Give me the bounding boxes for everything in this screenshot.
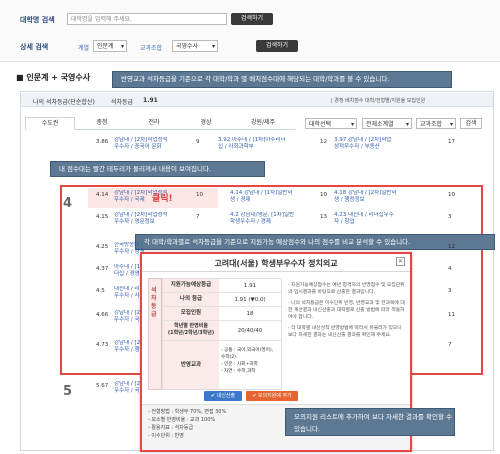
tab-region-4[interactable]: 경상 (181, 117, 231, 130)
grade-links[interactable]: | 경쟁 배치점수 대학/전형별/지원율 모집인원 (331, 97, 425, 104)
row-score: 3.86 (96, 139, 109, 145)
row-seats-b: 10 (320, 192, 327, 198)
search-panel: 대학명 검색 대학명을 입력해 주세요. 검색하기 상세 검색 계열 인문계 교… (0, 0, 500, 62)
grade-bar-label: 나의 석차등급(단순합산) (33, 99, 95, 106)
row-seats-a: 9 (196, 139, 200, 145)
table-row: 4.14 강남대 / [2차]학업성적 우수자 / 국제 10 4.14 강남대… (58, 188, 483, 208)
modal-header: 고려대(서울) 학생부우수자 정치외교 ✕ (142, 254, 410, 272)
row-score: 5.67 (96, 383, 109, 389)
modal-notes: · 지원가능예상점수는 예년 합격자의 반영점수 및 모집단위의 입시결과를 바… (288, 282, 406, 339)
callout-score: 내 점수대는 빨간 테두리가 둘러져서 내용이 보여집니다. (50, 161, 265, 177)
university-search-input[interactable]: 대학명을 입력해 주세요. (67, 13, 227, 25)
row-seats-c: 10 (448, 192, 455, 198)
info-value: 1.91 (243, 283, 257, 289)
subject-filter[interactable]: 교과조합 (416, 118, 456, 130)
field1-select[interactable]: 인문계 (93, 40, 127, 52)
search-label: 대학명 검색 (20, 16, 55, 24)
grade-label: 석차등급 (111, 99, 134, 106)
row-seats-c: 11 (448, 312, 455, 318)
region-tabs: 수도권 충청 전라 경상 강원/제주 (25, 117, 295, 130)
field1-label: 계열 (78, 45, 90, 52)
detail-search-label: 상세 검색 (20, 43, 49, 51)
note: · 각 대학별 내신성적 반영방법에 따라서 유불리가 있으니 보다 자세한 결… (288, 326, 402, 338)
row-program-a[interactable]: 강남대 / [2차]학업성적 우수자 / 중국어 문화 (114, 137, 168, 151)
row-seats-b: 13 (320, 214, 327, 220)
row-program-c[interactable]: 4.18 강남대 / [2차]일반학 생 / 행정정보 (334, 190, 397, 204)
row-seats-c: 3 (448, 214, 452, 220)
info-value: 20/40/40 (237, 328, 263, 334)
side-label-text: 석차 등급 (151, 287, 157, 318)
filter-search-button[interactable]: 검색 (460, 118, 482, 129)
table-row: 4.15 강남대 / [2차]학업성적 우수자 / 영문정보 7 4.2 강남대… (58, 212, 483, 230)
row-program-a[interactable]: 강남대 / [2차]학업성적 우수자 / 영문정보 (114, 212, 168, 226)
callout-top: 반영교과 석차등급을 기준으로 각 대학/학과 별 배치점수대에 해당되는 대학… (112, 71, 452, 88)
info-row: 지원가능예상등급 1.91 (163, 279, 281, 293)
info-value: - 공통 : 국어,외국어(영어), 수학(2) - 인문 : 사회+과학 - … (221, 348, 274, 374)
tab-region-1[interactable]: 수도권 (25, 117, 75, 130)
table-row: 4.66 강남대 / [2차]학업 우수자 / 국제 (96, 310, 146, 326)
detail-search-button[interactable]: 검색하기 (256, 40, 298, 52)
info-key: 지원가능예상등급 (163, 279, 219, 292)
grade-bar: 나의 석차등급(단순합산) 석차등급 1.91 | 경쟁 배치점수 대학/전형별… (21, 93, 493, 107)
row-seats-a: 7 (196, 214, 200, 220)
row-program-c[interactable]: 4.23 대진대 / 리더십우수 자 / 창업 (334, 212, 394, 226)
close-icon[interactable]: ✕ (396, 257, 405, 266)
table-row: 4.5 대진대 / 리더십 우수자 / 사회 (96, 286, 146, 302)
info-value: 1.91 (▼0.0) (234, 297, 266, 303)
note: · 나의 석차등급은 이수단위 반영, 반영교과 및 전과목에 대한 계산결과 … (288, 301, 405, 320)
calc-grade-button[interactable]: ✔ 내신산출 (204, 391, 242, 401)
row-seats-a: 10 (196, 192, 203, 198)
row-score: 4.14 (96, 192, 109, 198)
row-program-c[interactable]: 3.97 강남대 / [2차]학업 성적우수자 / 부동산 (334, 137, 392, 151)
callout-bottom: 모의지원 리스트에 추가하여 보다 자세한 결과를 확인할 수 있습니다. (285, 408, 455, 436)
row-seats-c: 17 (448, 139, 455, 145)
major-filter[interactable]: 전체소계열 (362, 118, 412, 130)
section-title-text: 인문계 + 국영수사 (26, 73, 91, 82)
info-key: 학년별 반영비율 (1학년/2학년/3학년) (163, 321, 219, 340)
add-to-mock-button[interactable]: ✔ 모의지원에 추가 (246, 391, 298, 401)
info-row: 반영교과 - 공통 : 국어,외국어(영어), 수학(2) - 인문 : 사회+… (163, 341, 281, 389)
field2-label: 교과조합 (140, 45, 163, 52)
row-score: 4.66 (96, 312, 109, 318)
row-seats-c: 12 (448, 244, 455, 250)
table-row: 4.25 한국방송대 / [2차]학업 우수자 / 경영 (96, 242, 146, 258)
info-row: 학년별 반영비율 (1학년/2학년/3학년) 20/40/40 (163, 321, 281, 341)
row-score: 4.15 (96, 214, 109, 220)
row-score: 4.73 (96, 342, 109, 348)
tab-region-2[interactable]: 충청 (77, 117, 127, 130)
info-row: 모집인원 18 (163, 307, 281, 321)
modal-info-table: 지원가능예상등급 1.91 나의 등급 1.91 (▼0.0) 모집인원 18 … (162, 278, 282, 390)
row-program-b[interactable]: 3.92 아주대 / [1차]아주리더 십 / 사회과학부 (218, 137, 286, 151)
table-row: 3.86 강남대 / [2차]학업성적 우수자 / 중국어 문화 9 3.92 … (58, 137, 488, 153)
row-seats-c: 4 (448, 266, 452, 272)
info-key: 반영교과 (163, 341, 219, 389)
info-key: 모집인원 (163, 307, 219, 320)
row-program-b[interactable]: 4.2 강남대/영문, [1차]일반 학생우수자 / 경제 (230, 212, 294, 226)
university-filter[interactable]: 대학선택 (305, 118, 357, 130)
search-button[interactable]: 검색하기 (231, 13, 273, 25)
info-value: 18 (246, 311, 254, 317)
info-row: 나의 등급 1.91 (▼0.0) (163, 293, 281, 307)
modal-side-label: 석차 등급 (148, 278, 162, 390)
row-score: 4.25 (96, 244, 109, 250)
row-seats-c: 3 (448, 288, 452, 294)
table-row: 4.37 아주대 / [1차]아주리 더십 / 경영 (96, 264, 146, 280)
callout-compare: 각 대학/학과별로 석차등급을 기준으로 지원가능 예상점수와 나의 점수를 비… (135, 234, 495, 250)
row-seats-c: 7 (448, 342, 452, 348)
modal-title: 고려대(서울) 학생부우수자 정치외교 (214, 259, 338, 268)
tab-region-3[interactable]: 전라 (129, 117, 179, 130)
note: · 지원가능예상점수는 예년 합격자의 반영점수 및 모집단위의 입시결과를 바… (288, 283, 405, 295)
info-key: 나의 등급 (163, 293, 219, 306)
bullet-icon: ■ (16, 73, 27, 82)
click-label: 클릭! (152, 194, 173, 204)
field2-select[interactable]: 국영수사 (172, 40, 218, 52)
grade-value: 1.91 (143, 97, 158, 104)
row-seats-b: 12 (320, 139, 327, 145)
tab-region-5[interactable]: 강원/제주 (233, 117, 293, 130)
section-title: ■ 인문계 + 국영수사 (16, 72, 90, 83)
row-score: 4.5 (96, 288, 105, 294)
row-score: 4.37 (96, 266, 109, 272)
table-row: 4.73 강남대 / [2차]학업 우수자 / 행정 (96, 340, 146, 356)
row-program-b[interactable]: 4.14 강남대 / [1차]일반학 생 / 경제 (230, 190, 293, 204)
